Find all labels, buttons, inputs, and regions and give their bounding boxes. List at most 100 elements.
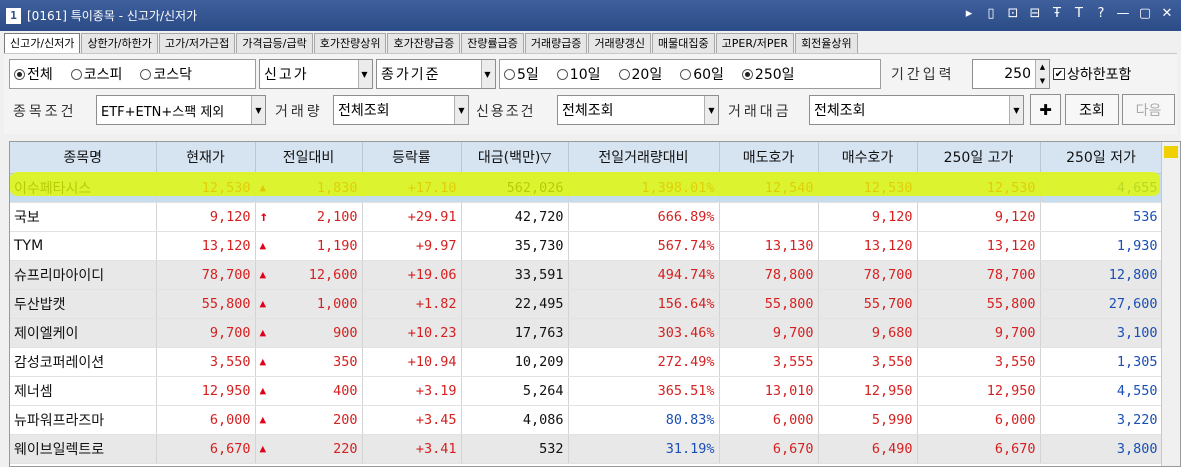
tab-order-top[interactable]: 호가잔량상위 [313, 33, 387, 53]
tab-bar: 신고가/신저가 상한가/하한가 고가/저가근접 가격급등/급락 호가잔량상위 호… [4, 33, 859, 53]
col-header-rate[interactable]: 등락률 [362, 142, 462, 174]
cell-rate: +29.91 [362, 202, 462, 232]
table-row[interactable]: 국보 9,120 ↑ 2,100 +29.91 42,720 666.89% 9,120 9,1… [10, 202, 1163, 232]
spin-up-icon[interactable]: ▲ [1036, 60, 1049, 74]
table-row[interactable]: 감성코퍼레이션 3,550 ▲ 350 +10.94 10,209 272.49% 3,555… [10, 347, 1163, 377]
cell-price: 6,670 [156, 434, 256, 464]
cell-bid: 9,120 [818, 202, 918, 232]
radio-period-5[interactable]: 5일 [504, 64, 539, 84]
tab-volume-surge[interactable]: 거래량급증 [524, 33, 588, 53]
radio-period-20[interactable]: 20일 [618, 64, 662, 84]
cell-name: 제이엘케이 [10, 318, 157, 348]
cell-ask: 13,130 [719, 231, 819, 261]
cell-rate: +9.97 [362, 231, 462, 261]
table-row[interactable]: 뉴파워프라즈마 6,000 ▲ 200 +3.45 4,086 80.83% 6,000 5,9… [10, 405, 1163, 435]
tab-volume-renew[interactable]: 거래량갱신 [588, 33, 652, 53]
cell-rate: +3.19 [362, 376, 462, 406]
tab-near-high-low[interactable]: 고가/저가근접 [158, 33, 236, 53]
cell-name: 국보 [10, 202, 157, 232]
pin-icon[interactable]: Ŧ [1049, 6, 1065, 21]
expand-icon[interactable]: ▸ [961, 6, 977, 21]
table-row[interactable]: 제너셈 12,950 ▲ 400 +3.19 5,264 365.51% 13,010 12,9… [10, 376, 1163, 406]
col-header-volume-ratio[interactable]: 전일거래량대비 [568, 142, 720, 174]
period-radio-group: 5일 10일 20일 60일 250일 [499, 59, 881, 89]
radio-market-kosdaq[interactable]: 코스닥 [140, 64, 192, 84]
tab-per[interactable]: 고PER/저PER [715, 33, 795, 53]
cell-250-high: 13,120 [917, 231, 1041, 261]
radio-dot-icon [504, 68, 515, 80]
col-header-250-low[interactable]: 250일 저가 [1040, 142, 1163, 174]
title-bar: 1 [0161] 특이종목 - 신고가/신저가 ▸ ▯ ⊡ ⊟ Ŧ T ? — … [0, 0, 1181, 31]
vertical-scrollbar[interactable] [1161, 142, 1180, 466]
cell-change: ▲ 1,190 [255, 231, 363, 261]
col-header-amount[interactable]: 대금(백만)▽ [461, 142, 569, 174]
up-triangle-icon: ▲ [259, 442, 267, 455]
cell-change: ▲ 12,600 [255, 260, 363, 290]
screen-icon[interactable]: ▯ [983, 6, 999, 21]
period-input[interactable]: 250 ▲ ▼ [972, 59, 1050, 89]
cell-amount: 17,763 [461, 318, 569, 348]
chevron-down-icon: ▼ [454, 96, 468, 124]
help-icon[interactable]: ? [1093, 6, 1109, 21]
tab-price-surge[interactable]: 가격급등/급락 [236, 33, 313, 53]
limit-checkbox[interactable]: ✔ 상하한포함 [1053, 64, 1131, 84]
credit-select[interactable]: 전체조회 ▼ [557, 95, 719, 125]
amount-label: 거래대금 [728, 104, 792, 120]
font-icon[interactable]: T [1071, 6, 1087, 21]
radio-market-kospi[interactable]: 코스피 [70, 64, 122, 84]
cell-250-low: 12,800 [1040, 260, 1163, 290]
cell-ask: 13,010 [719, 376, 819, 406]
cell-250-low: 4,655 [1040, 173, 1163, 203]
table-row[interactable]: 웨이브일렉트로 6,670 ▲ 220 +3.41 532 31.19% 6,670 6,490… [10, 434, 1163, 464]
col-header-bid[interactable]: 매수호가 [818, 142, 918, 174]
col-header-price[interactable]: 현재가 [156, 142, 256, 174]
radio-market-all[interactable]: 전체 [14, 64, 53, 84]
basis-select[interactable]: 종가기준 ▼ [376, 59, 496, 89]
col-header-ask[interactable]: 매도호가 [719, 142, 819, 174]
maximize-icon[interactable]: ▢ [1137, 6, 1153, 21]
table-row[interactable]: 이수페타시스 12,530 ▲ 1,830 +17.10 562,026 1,398.01%… [10, 173, 1163, 203]
period-input-label: 기간입력 [891, 67, 955, 83]
layout-icon[interactable]: ⊟ [1027, 6, 1043, 21]
tab-new-high-low[interactable]: 신고가/신저가 [4, 33, 81, 53]
cell-250-high: 6,670 [917, 434, 1041, 464]
col-header-name[interactable]: 종목명 [10, 142, 157, 174]
cell-volume-ratio: 156.64% [568, 289, 720, 319]
tab-turnover[interactable]: 회전율상위 [795, 33, 858, 53]
up-triangle-icon: ▲ [259, 326, 267, 339]
radio-period-60[interactable]: 60일 [680, 64, 724, 84]
table-row[interactable]: 슈프리마아이디 78,700 ▲ 12,600 +19.06 33,591 494.74% 7… [10, 260, 1163, 290]
cell-volume-ratio: 365.51% [568, 376, 720, 406]
tab-upper-lower-limit[interactable]: 상한가/하한가 [81, 33, 158, 53]
link-icon[interactable]: ⊡ [1005, 6, 1021, 21]
table-row[interactable]: TYM 13,120 ▲ 1,190 +9.97 35,730 567.74% 13,130 1… [10, 231, 1163, 261]
results-table: 종목명 현재가 전일대비 등락률 대금(백만)▽ 전일거래량대비 매도호가 매수… [10, 142, 1163, 464]
tab-supply-zone[interactable]: 매물대집중 [652, 33, 715, 53]
cell-price: 55,800 [156, 289, 256, 319]
col-header-250-high[interactable]: 250일 고가 [917, 142, 1041, 174]
query-button[interactable]: 조회 [1065, 94, 1119, 125]
cell-volume-ratio: 494.74% [568, 260, 720, 290]
up-triangle-icon: ▲ [259, 297, 267, 310]
condition-add-button[interactable]: ✚ [1030, 94, 1061, 125]
tab-order-surge[interactable]: 호가잔량급증 [387, 33, 461, 53]
spinner-buttons[interactable]: ▲ ▼ [1035, 60, 1049, 88]
amount-select[interactable]: 전체조회 ▼ [809, 95, 1024, 125]
scroll-thumb[interactable] [1164, 146, 1178, 158]
tab-remain-ratio[interactable]: 잔량률급증 [461, 33, 524, 53]
col-header-change[interactable]: 전일대비 [255, 142, 363, 174]
radio-period-10[interactable]: 10일 [556, 64, 601, 84]
up-triangle-icon: ▲ [259, 413, 267, 426]
radio-period-250[interactable]: 250일 [741, 64, 795, 84]
next-button[interactable]: 다음 [1122, 94, 1175, 125]
spin-down-icon[interactable]: ▼ [1036, 74, 1049, 88]
radio-dot-icon [680, 68, 692, 80]
volume-select[interactable]: 전체조회 ▼ [333, 95, 469, 125]
table-row[interactable]: 제이엘케이 9,700 ▲ 900 +10.23 17,763 303.46% 9,700 9,… [10, 318, 1163, 348]
type-select[interactable]: 신고가 ▼ [259, 59, 373, 89]
stock-cond-select[interactable]: ETF+ETN+스팩 제외 ▼ [96, 95, 266, 125]
minimize-icon[interactable]: — [1115, 6, 1131, 21]
close-icon[interactable]: ✕ [1159, 6, 1175, 21]
table-row[interactable]: 두산밥캣 55,800 ▲ 1,000 +1.82 22,495 156.64% 55,800… [10, 289, 1163, 319]
cell-volume-ratio: 272.49% [568, 347, 720, 377]
